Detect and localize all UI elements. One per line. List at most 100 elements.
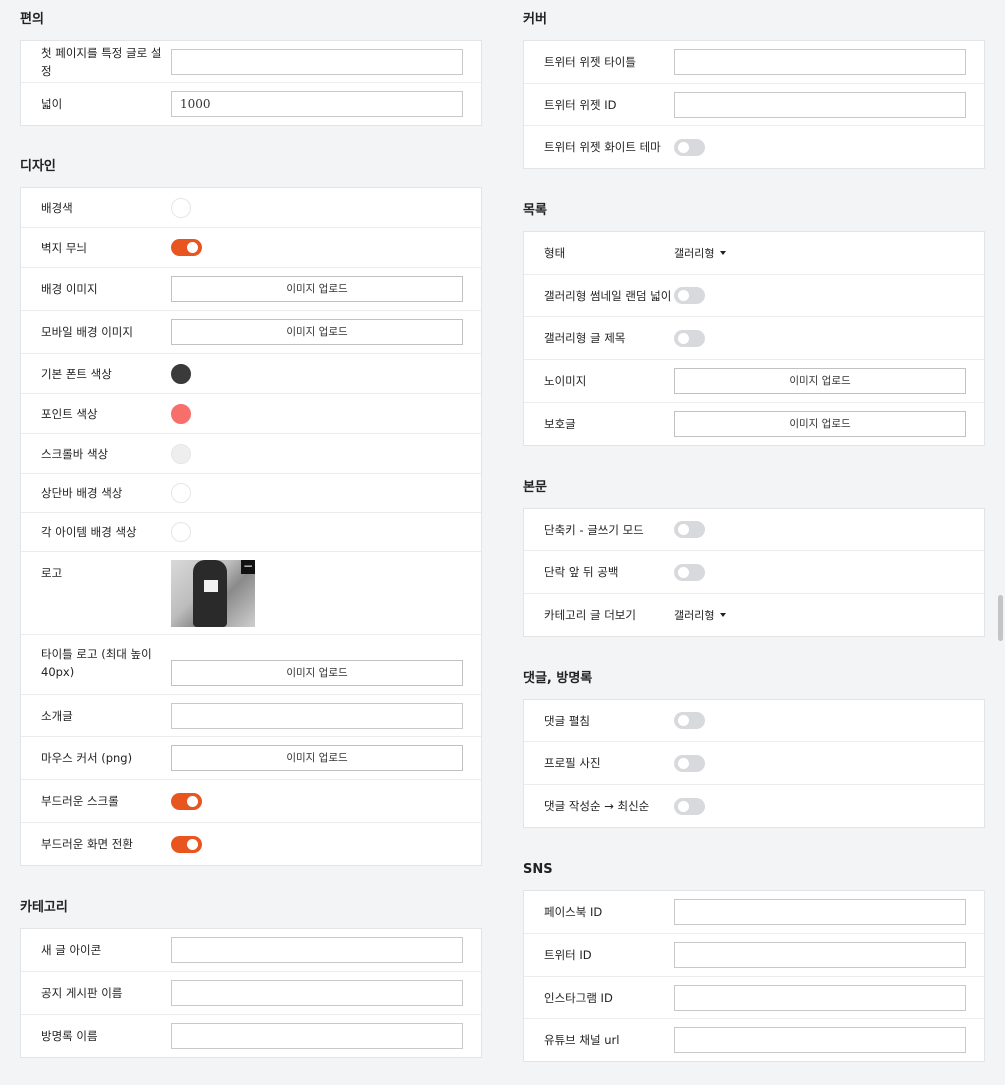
bg-color-swatch[interactable] (171, 197, 191, 218)
smooth-transition-row: 부드러운 화면 전환 (21, 823, 481, 865)
shortcut-label: 단축키 - 글쓰기 모드 (544, 522, 644, 537)
bg-image-upload-button[interactable]: 이미지 업로드 (171, 276, 463, 302)
noimage-upload-button[interactable]: 이미지 업로드 (674, 368, 966, 394)
convenience-card: 첫 페이지를 특정 글로 설정 넓이 (20, 40, 482, 126)
wallpaper-label: 벽지 무늬 (41, 240, 87, 255)
order-toggle[interactable] (674, 797, 705, 815)
twitter-row: 트위터 ID (524, 934, 984, 977)
youtube-input[interactable] (674, 1027, 966, 1053)
point-color-label: 포인트 색상 (41, 406, 98, 421)
scrollbar-thumb[interactable] (998, 595, 1003, 641)
category-card: 새 글 아이콘 공지 게시판 이름 방명록 이름 (20, 928, 482, 1058)
new-icon-label: 새 글 아이콘 (41, 943, 102, 957)
instagram-input[interactable] (674, 984, 966, 1011)
scrollbar-color-swatch[interactable] (171, 443, 191, 464)
facebook-input[interactable] (674, 899, 966, 925)
instagram-row: 인스타그램 ID (524, 977, 984, 1019)
mobile-bg-upload-button[interactable]: 이미지 업로드 (171, 319, 463, 345)
tw-title-label: 트위터 위젯 타이틀 (544, 55, 636, 69)
title-logo-upload-button[interactable]: 이미지 업로드 (171, 660, 463, 686)
more-select-value: 갤러리형 (674, 609, 715, 622)
tw-title-input[interactable] (674, 49, 966, 75)
noimage-label: 노이미지 (544, 374, 587, 388)
expand-row: 댓글 펼침 (524, 700, 984, 742)
font-color-swatch[interactable] (171, 363, 191, 384)
protected-label: 보호글 (544, 417, 576, 431)
wallpaper-toggle[interactable] (171, 239, 202, 256)
title-logo-row: 타이틀 로고 (최대 높이 40px) 이미지 업로드 (21, 635, 481, 695)
logo-figure-print (204, 580, 218, 592)
profile-label: 프로필 사진 (544, 756, 601, 770)
youtube-row: 유튜브 채널 url (524, 1019, 984, 1061)
item-bg-swatch[interactable] (171, 522, 191, 542)
section-title-cover: 커버 (523, 12, 547, 27)
notice-input[interactable] (171, 980, 463, 1006)
topbar-color-swatch[interactable] (171, 483, 191, 503)
gallery-title-label: 갤러리형 글 제목 (544, 331, 626, 345)
mobile-bg-label: 모바일 배경 이미지 (41, 325, 133, 339)
toggle-knob (678, 715, 689, 726)
toggle-knob (678, 332, 689, 344)
title-logo-label: 타이틀 로고 (최대 높이 40px) (41, 647, 152, 679)
cursor-label: 마우스 커서 (png) (41, 751, 133, 765)
minus-icon[interactable]: − (241, 560, 255, 574)
type-select[interactable]: 갤러리형 (674, 245, 727, 261)
mobile-bg-row: 모바일 배경 이미지 이미지 업로드 (21, 311, 481, 354)
tw-title-row: 트위터 위젯 타이틀 (524, 41, 984, 84)
paragraph-label: 단락 앞 뒤 공백 (544, 565, 619, 579)
section-title-comments: 댓글, 방명록 (523, 671, 593, 686)
twitter-input[interactable] (674, 942, 966, 968)
tw-white-toggle[interactable] (674, 138, 705, 156)
topbar-color-row: 상단바 배경 색상 (21, 474, 481, 513)
gallery-title-toggle[interactable] (674, 329, 705, 347)
toggle-knob (678, 141, 689, 153)
protected-row: 보호글 이미지 업로드 (524, 403, 984, 445)
toggle-knob (187, 795, 198, 807)
bg-image-row: 배경 이미지 이미지 업로드 (21, 268, 481, 311)
guestbook-input[interactable] (171, 1023, 463, 1049)
list-card: 형태 갤러리형 갤러리형 썸네일 랜덤 넓이 갤러리형 글 제목 노이미지 이미… (523, 231, 985, 446)
toggle-knob (187, 838, 198, 850)
topbar-color-label: 상단바 배경 색상 (41, 486, 123, 500)
item-bg-label: 각 아이템 배경 색상 (41, 525, 137, 539)
first-page-input[interactable] (171, 48, 463, 75)
section-title-convenience: 편의 (20, 12, 44, 27)
smooth-scroll-toggle[interactable] (171, 792, 202, 810)
notice-row: 공지 게시판 이름 (21, 972, 481, 1015)
caret-down-icon (720, 613, 727, 617)
intro-label: 소개글 (41, 708, 73, 723)
intro-input[interactable] (171, 702, 463, 729)
protected-upload-button[interactable]: 이미지 업로드 (674, 411, 966, 437)
shortcut-row: 단축키 - 글쓰기 모드 (524, 509, 984, 551)
shortcut-toggle[interactable] (674, 521, 705, 538)
cursor-upload-button[interactable]: 이미지 업로드 (171, 745, 463, 771)
profile-toggle[interactable] (674, 754, 705, 772)
caret-down-icon (720, 251, 727, 255)
smooth-transition-toggle[interactable] (171, 835, 202, 853)
order-label: 댓글 작성순 → 최신순 (544, 799, 650, 813)
tw-id-row: 트위터 위젯 ID (524, 84, 984, 126)
more-row: 카테고리 글 더보기 갤러리형 (524, 594, 984, 636)
type-select-value: 갤러리형 (674, 247, 715, 260)
point-color-swatch[interactable] (171, 403, 191, 424)
width-row: 넓이 (21, 83, 481, 125)
toggle-knob (678, 524, 689, 535)
more-select[interactable]: 갤러리형 (674, 607, 727, 623)
tw-id-input[interactable] (674, 91, 966, 118)
random-width-toggle[interactable] (674, 287, 705, 304)
body-card: 단축키 - 글쓰기 모드 단락 앞 뒤 공백 카테고리 글 더보기 갤러리형 (523, 508, 985, 637)
width-input[interactable] (171, 91, 463, 117)
type-label: 형태 (544, 246, 566, 260)
comments-card: 댓글 펼침 프로필 사진 댓글 작성순 → 최신순 (523, 699, 985, 828)
wallpaper-row: 벽지 무늬 (21, 228, 481, 268)
tw-white-row: 트위터 위젯 화이트 테마 (524, 126, 984, 168)
more-label: 카테고리 글 더보기 (544, 608, 636, 622)
bg-image-label: 배경 이미지 (41, 282, 98, 296)
page-scrollbar[interactable] (996, 0, 1005, 1085)
font-color-row: 기본 폰트 색상 (21, 354, 481, 394)
toggle-knob (187, 242, 198, 253)
expand-toggle[interactable] (674, 712, 705, 729)
new-icon-input[interactable] (171, 937, 463, 963)
noimage-row: 노이미지 이미지 업로드 (524, 360, 984, 403)
paragraph-toggle[interactable] (674, 563, 705, 581)
